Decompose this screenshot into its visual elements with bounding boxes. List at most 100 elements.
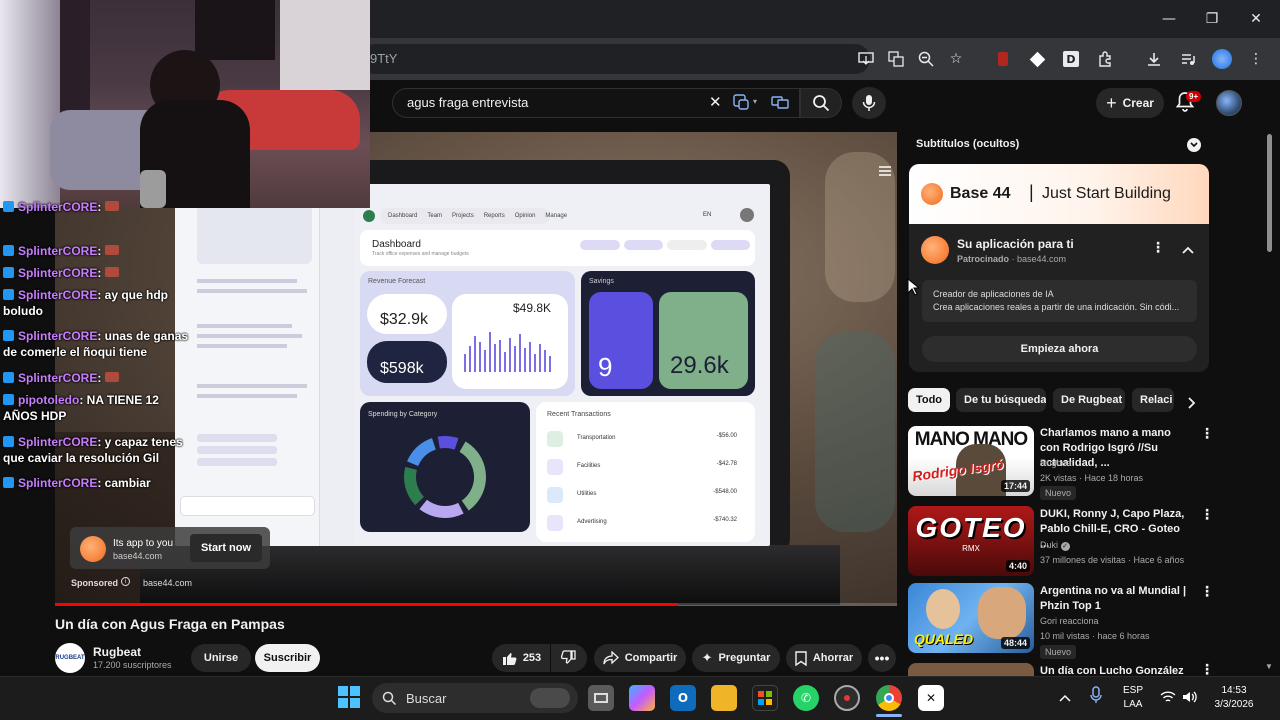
recommendation-channel[interactable]: Rugbeat — [1040, 457, 1074, 469]
recommendation-thumbnail[interactable] — [908, 663, 1034, 676]
profile-avatar-icon[interactable] — [1211, 48, 1233, 70]
ask-label: Preguntar — [718, 652, 771, 664]
recommendation-menu-icon[interactable]: ⋮ — [1200, 426, 1214, 442]
translate-icon[interactable] — [885, 48, 907, 70]
recommendation-title[interactable]: Un día con Lucho González — [1040, 664, 1192, 676]
page-scrollbar-thumb[interactable] — [1267, 134, 1272, 252]
browser-menu-icon[interactable]: ⋮ — [1245, 48, 1267, 70]
active-app-indicator — [876, 714, 902, 717]
ad-title[interactable]: Su aplicación para ti — [957, 237, 1074, 251]
minimize-button[interactable]: — — [1147, 0, 1191, 38]
join-button[interactable]: Unirse — [191, 644, 251, 672]
volume-icon[interactable] — [1182, 690, 1198, 709]
recommendation-thumbnail[interactable]: GOTEO RMX 4:40 — [908, 506, 1034, 576]
ad-divider: | — [1029, 182, 1034, 202]
outlook-icon[interactable]: O — [670, 685, 696, 711]
extension-d-icon[interactable]: D — [1060, 48, 1082, 70]
video-duration: 4:40 — [1005, 560, 1030, 572]
spending-donut-chart — [404, 436, 486, 518]
extensions-puzzle-icon[interactable] — [1094, 48, 1116, 70]
save-button[interactable]: Ahorrar — [786, 644, 862, 672]
address-bar[interactable] — [360, 44, 870, 74]
chip-from-channel[interactable]: De Rugbeat — [1053, 388, 1125, 412]
whatsapp-icon[interactable]: ✆ — [793, 685, 819, 711]
media-control-icon[interactable] — [1177, 48, 1199, 70]
create-button[interactable]: + Crear — [1096, 88, 1164, 118]
channel-name[interactable]: Rugbeat — [93, 645, 141, 659]
image-search-icon[interactable] — [771, 94, 789, 110]
ad-overlay-domain: base44.com — [113, 551, 163, 561]
twitch-badge-icon — [3, 245, 14, 256]
microsoft-store-icon[interactable] — [752, 685, 778, 711]
language-indicator[interactable]: ESP LAA — [1118, 684, 1148, 712]
extension-diamond-icon[interactable] — [1026, 48, 1048, 70]
ad-sponsored-domain[interactable]: base44.com — [143, 578, 192, 588]
recommendation-title[interactable]: Argentina no va al Mundial | Phzin Top 1 — [1040, 584, 1192, 614]
game-app-icon[interactable] — [834, 685, 860, 711]
tray-expand-icon[interactable] — [1059, 689, 1071, 707]
microphone-tray-icon[interactable] — [1090, 686, 1102, 709]
spending-label: Spending by Category — [368, 411, 438, 418]
recommendation-thumbnail[interactable]: QUALED 48:44 — [908, 583, 1034, 653]
recommendation-channel[interactable]: Gori reacciona — [1040, 615, 1099, 627]
wifi-icon[interactable] — [1160, 690, 1176, 708]
savings-count: 9 — [598, 352, 613, 382]
video-menu-icon[interactable] — [878, 164, 892, 178]
ask-button[interactable]: ✦ Preguntar — [692, 644, 780, 672]
zoom-icon[interactable] — [915, 48, 937, 70]
subscribe-label: Suscribir — [263, 652, 312, 664]
file-explorer-icon[interactable] — [711, 685, 737, 711]
ad-cta-button[interactable]: Empieza ahora — [922, 336, 1197, 362]
voice-search-button[interactable] — [852, 87, 886, 119]
clear-search-icon[interactable]: ✕ — [709, 93, 722, 111]
channel-avatar[interactable]: RUGBEAT — [55, 643, 85, 673]
more-actions-button[interactable]: ••• — [868, 644, 896, 672]
chat-message: SplinterCORE: ay que hdp boludo — [3, 288, 169, 318]
chip-all[interactable]: Todo — [908, 388, 950, 412]
bookmark-star-icon[interactable]: ☆ — [945, 48, 967, 70]
dashboard-nav: Dashboard Team Projects Reports Opinion Manag… — [380, 208, 567, 224]
ad-avatar-icon — [921, 236, 949, 264]
subscribe-button[interactable]: Suscribir — [255, 644, 320, 672]
ad-menu-icon[interactable]: ⋮ — [1151, 240, 1165, 256]
task-view-icon[interactable] — [588, 685, 614, 711]
share-button[interactable]: Compartir — [594, 644, 686, 672]
keyboard-chevron-icon[interactable]: ▾ — [753, 97, 757, 106]
install-app-icon[interactable] — [855, 48, 877, 70]
search-button[interactable] — [800, 88, 842, 118]
download-icon[interactable] — [1143, 48, 1165, 70]
subtitles-chevron-icon[interactable] — [1187, 138, 1201, 152]
recommendation-menu-icon[interactable]: ⋮ — [1200, 662, 1214, 676]
savings-amount: 29.6k — [670, 352, 729, 379]
ad-info-icon[interactable]: i — [121, 577, 130, 586]
extension-red-icon[interactable] — [992, 48, 1014, 70]
chip-from-search[interactable]: De tu búsqueda — [956, 388, 1046, 412]
transaction-name: Advertising — [577, 519, 607, 525]
scroll-down-arrow-icon[interactable]: ▼ — [1265, 662, 1273, 671]
virtual-keyboard-icon[interactable] — [733, 94, 749, 110]
taskbar-search[interactable]: Buscar — [372, 683, 578, 713]
recommendation-menu-icon[interactable]: ⋮ — [1200, 584, 1214, 600]
user-avatar[interactable] — [1216, 90, 1242, 116]
chips-next-icon[interactable] — [1180, 393, 1204, 413]
savings-label: Savings — [589, 278, 614, 285]
recommendation-channel[interactable]: Duki ✓ — [1040, 539, 1070, 551]
copilot-icon[interactable] — [629, 685, 655, 711]
chrome-icon[interactable] — [876, 685, 902, 711]
dislike-button[interactable] — [551, 644, 587, 672]
twitch-badge-icon — [3, 436, 14, 447]
like-button[interactable]: 253 — [492, 644, 550, 672]
chat-message: SplinterCORE: — [3, 199, 193, 215]
ad-collapse-icon[interactable] — [1182, 241, 1194, 259]
clock[interactable]: 14:53 3/3/2026 — [1206, 684, 1262, 712]
ad-start-now-button[interactable]: Start now — [190, 534, 262, 562]
assistant-panel — [175, 184, 320, 546]
windows-start-icon[interactable] — [338, 686, 360, 708]
close-window-button[interactable]: ✕ — [1234, 0, 1278, 38]
recommendation-menu-icon[interactable]: ⋮ — [1200, 507, 1214, 523]
recommendation-thumbnail[interactable]: MANO MANO Rodrigo Isgró 17:44 — [908, 426, 1034, 496]
create-button-label: Crear — [1122, 96, 1154, 110]
maximize-button[interactable]: ❐ — [1190, 0, 1234, 38]
capcut-icon[interactable]: ✕ — [918, 685, 944, 711]
chip-related[interactable]: Relaci — [1132, 388, 1174, 412]
